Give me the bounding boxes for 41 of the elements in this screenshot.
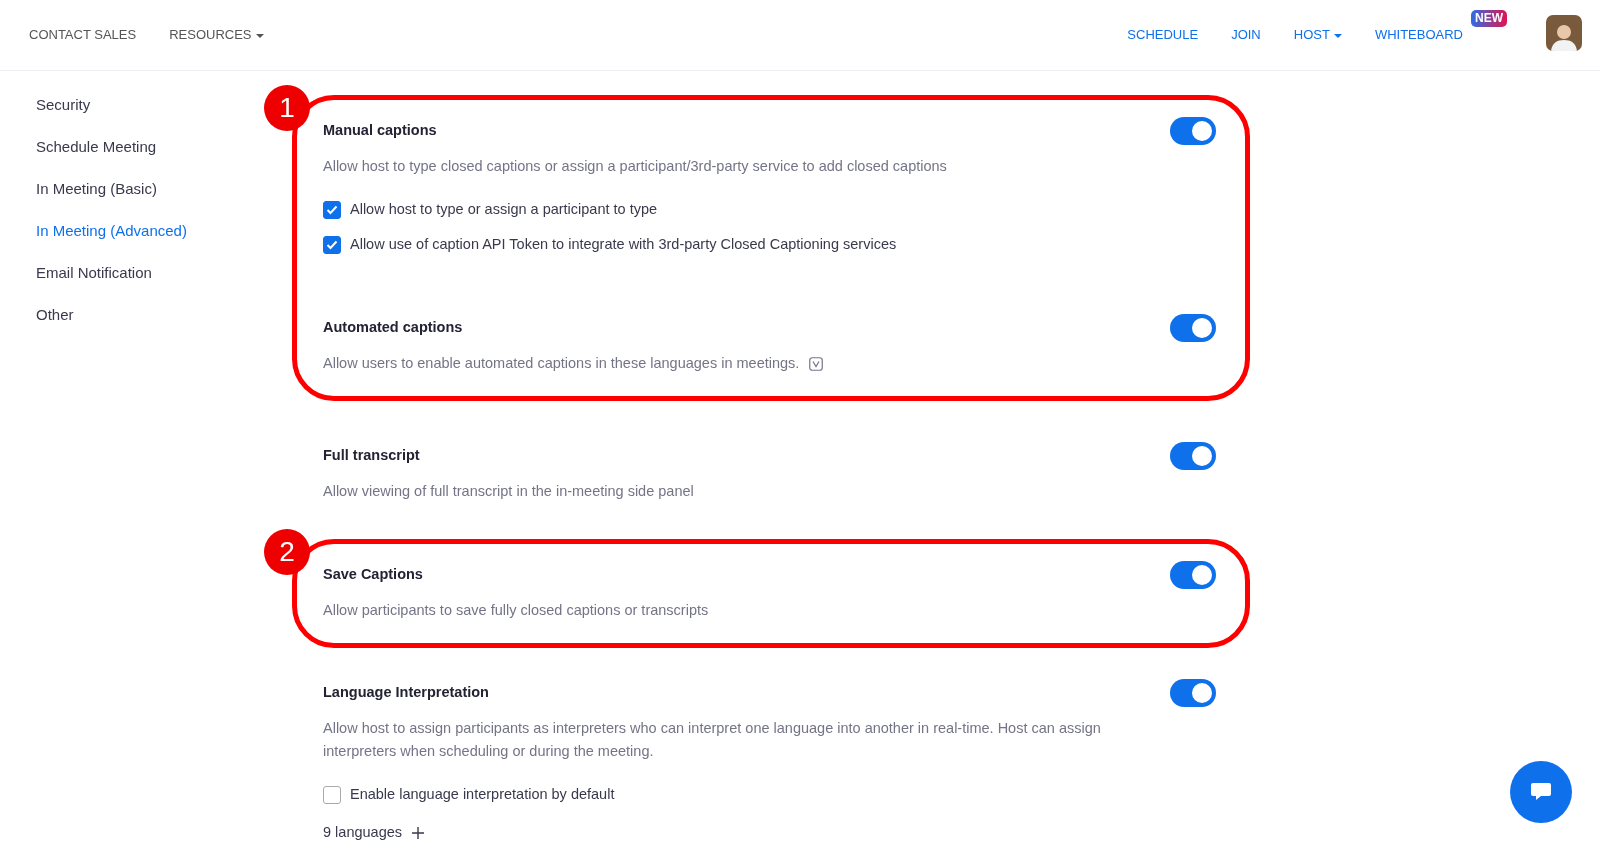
toggle-switch[interactable] [1170, 314, 1216, 342]
dropdown-menu-link[interactable]: HOST [1293, 27, 1342, 43]
sidebar-item[interactable]: In Meeting (Advanced) [0, 219, 187, 261]
plus-icon[interactable] [412, 827, 424, 839]
toggle-switch[interactable] [1170, 117, 1216, 145]
setting-title: Save Captions [323, 565, 423, 585]
setting-description: Allow host to type closed captions or assign a participant/3rd-party service to add closed captions [323, 157, 947, 176]
dropdown-menu-link[interactable]: RESOURCES [169, 25, 264, 45]
setting-title: Automated captions [323, 318, 463, 338]
setting-title: Manual captions [323, 121, 437, 141]
step-number-badge: 2 [264, 529, 310, 575]
checkbox[interactable] [323, 785, 341, 804]
sidebar-item[interactable]: Schedule Meeting [0, 135, 157, 177]
setting-title: Language Interpretation [323, 683, 489, 703]
checkbox[interactable] [323, 200, 341, 219]
sidebar-item[interactable]: Other [0, 303, 74, 345]
sidebar-item[interactable]: In Meeting (Basic) [0, 177, 157, 219]
nav-link[interactable]: SCHEDULE [1127, 27, 1199, 43]
checkbox-label: Enable language interpretation by default [350, 784, 615, 804]
checkbox-label: Allow use of caption API Token to integrate with 3rd-party Closed Captioning services [350, 234, 897, 254]
info-icon[interactable] [809, 356, 824, 371]
checkbox[interactable] [323, 235, 341, 254]
setting-title: Full transcript [323, 446, 420, 466]
sidebar-item[interactable]: Security [0, 93, 91, 135]
languages-label: 9 languages [323, 823, 402, 843]
speech-bubble-icon [1530, 782, 1552, 802]
step-number-badge: 1 [264, 85, 310, 131]
avatar[interactable] [1546, 15, 1582, 51]
nav-link[interactable]: CONTACT SALES [29, 25, 137, 45]
setting-description: Allow host to assign participants as interpreters who can interpret one language into another in real-time. Host can assign interpreters when scheduling or during the meeting. [323, 719, 1102, 761]
setting-description: Allow participants to save fully closed captions or transcripts [323, 601, 709, 620]
sidebar-item[interactable]: Email Notification [0, 261, 152, 303]
setting-description: Allow viewing of full transcript in the in-meeting side panel [323, 482, 694, 501]
toggle-switch[interactable] [1170, 442, 1216, 470]
toggle-switch[interactable] [1170, 561, 1216, 589]
nav-link[interactable]: JOIN [1231, 27, 1261, 43]
toggle-switch[interactable] [1170, 679, 1216, 707]
checkbox-label: Allow host to type or assign a participant to type [350, 199, 658, 219]
nav-link[interactable]: WHITEBOARD [1374, 27, 1463, 43]
setting-description: Allow users to enable automated captions in these languages in meetings. [323, 354, 800, 373]
new-badge: NEW [1471, 10, 1507, 28]
